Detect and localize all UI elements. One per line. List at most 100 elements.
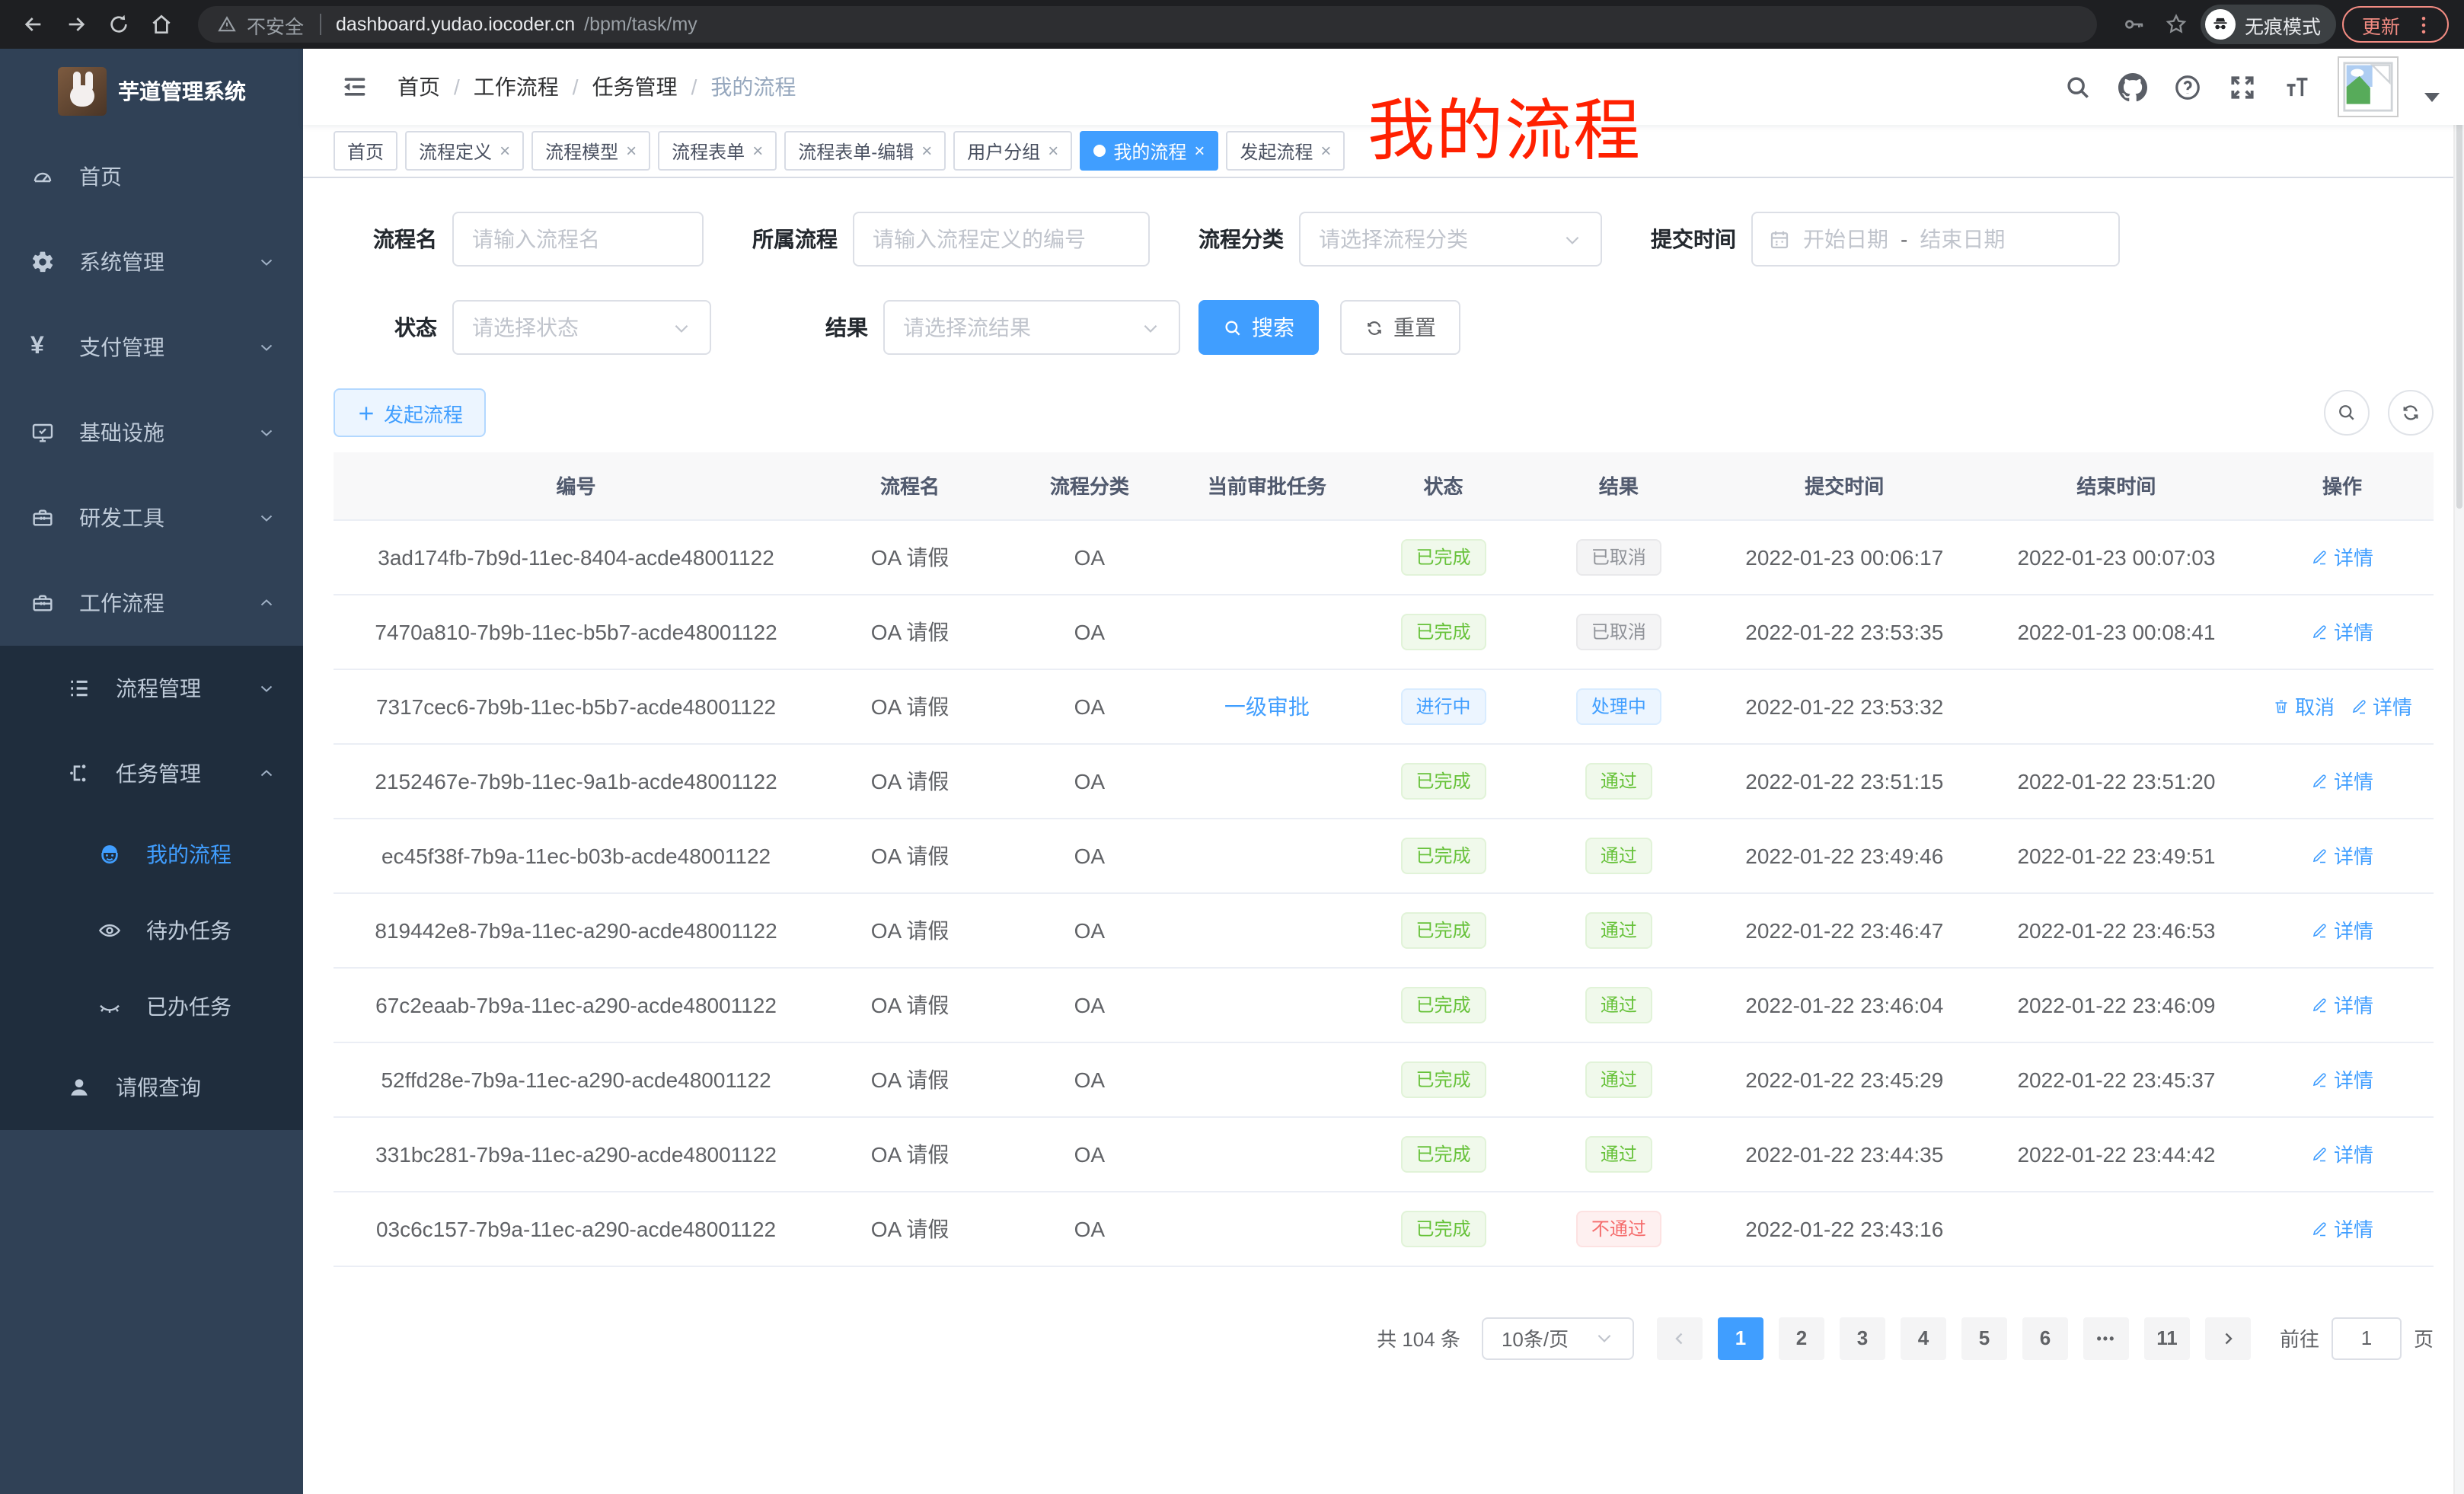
sidebar-item-dev-tools[interactable]: 研发工具 xyxy=(0,475,303,560)
cell-end-time: 2022-01-23 00:07:03 xyxy=(1982,519,2251,594)
cell-submit-time: 2022-01-22 23:46:47 xyxy=(1707,892,1982,967)
tab-process-form[interactable]: 流程表单× xyxy=(658,131,777,171)
url-bar[interactable]: 不安全 dashboard.yudao.iocoder.cn/bpm/task/… xyxy=(198,6,2097,43)
sidebar-item-process-mgmt[interactable]: 流程管理 xyxy=(0,646,303,731)
cell-task xyxy=(1178,1042,1356,1116)
close-icon[interactable]: × xyxy=(1320,142,1331,160)
close-icon[interactable]: × xyxy=(1048,142,1058,160)
bookmark-star-icon[interactable] xyxy=(2158,6,2194,43)
page-button-5[interactable]: 5 xyxy=(1961,1317,2007,1359)
detail-link[interactable]: 详情 xyxy=(2311,990,2373,1019)
breadcrumb-task-mgmt[interactable]: 任务管理 xyxy=(592,72,678,102)
detail-link[interactable]: 详情 xyxy=(2311,1065,2373,1093)
detail-link[interactable]: 详情 xyxy=(2350,691,2412,720)
key-icon[interactable] xyxy=(2115,6,2152,43)
cancel-link[interactable]: 取消 xyxy=(2272,691,2335,720)
process-definition-input[interactable] xyxy=(853,212,1150,267)
status-select[interactable]: 请选择状态 xyxy=(452,300,711,355)
cell-category: OA xyxy=(1001,669,1178,743)
sidebar-item-payment[interactable]: ¥支付管理 xyxy=(0,305,303,390)
sidebar-item-system[interactable]: 系统管理 xyxy=(0,219,303,305)
sidebar-item-home[interactable]: 首页 xyxy=(0,134,303,219)
toggle-search-icon[interactable] xyxy=(2324,390,2370,436)
sidebar-item-task-mgmt[interactable]: 任务管理 xyxy=(0,731,303,816)
detail-link[interactable]: 详情 xyxy=(2311,1139,2373,1168)
result-badge: 已取消 xyxy=(1576,538,1661,575)
detail-link[interactable]: 详情 xyxy=(2311,915,2373,944)
sidebar-item-done-task[interactable]: 已办任务 xyxy=(0,969,303,1045)
date-range-picker[interactable]: 开始日期 - 结束日期 xyxy=(1751,212,2120,267)
forward-icon[interactable] xyxy=(58,6,94,43)
refresh-table-icon[interactable] xyxy=(2388,390,2434,436)
breadcrumb-home[interactable]: 首页 xyxy=(397,72,440,102)
more-pages-button[interactable]: ••• xyxy=(2083,1317,2129,1359)
detail-link[interactable]: 详情 xyxy=(2311,1214,2373,1243)
browser-menu-dots-icon[interactable] xyxy=(2412,13,2435,36)
page-button-4[interactable]: 4 xyxy=(1901,1317,1946,1359)
incognito-icon xyxy=(2205,9,2236,40)
app-logo[interactable]: 芋道管理系统 xyxy=(0,49,303,134)
font-size-icon[interactable] xyxy=(2283,72,2312,101)
table-row: 331bc281-7b9a-11ec-a290-acde48001122OA 请… xyxy=(334,1116,2434,1191)
update-button[interactable]: 更新 xyxy=(2342,6,2449,43)
search-icon[interactable] xyxy=(2063,72,2092,101)
close-icon[interactable]: × xyxy=(1194,142,1205,160)
sidebar-item-infrastructure[interactable]: 基础设施 xyxy=(0,390,303,475)
reload-icon[interactable] xyxy=(101,6,137,43)
close-icon[interactable]: × xyxy=(500,142,510,160)
back-icon[interactable] xyxy=(15,6,52,43)
cell-category: OA xyxy=(1001,1042,1178,1116)
page-size-select[interactable]: 10条/页 xyxy=(1482,1317,1634,1359)
approve-task-link[interactable]: 一级审批 xyxy=(1224,694,1310,718)
tab-start-process[interactable]: 发起流程× xyxy=(1226,131,1345,171)
help-icon[interactable] xyxy=(2173,72,2202,101)
page-button-3[interactable]: 3 xyxy=(1840,1317,1885,1359)
prev-page-button[interactable] xyxy=(1657,1317,1703,1359)
window-scrollbar[interactable] xyxy=(2453,49,2464,1494)
detail-link[interactable]: 详情 xyxy=(2311,841,2373,870)
sidebar-item-workflow[interactable]: 工作流程 xyxy=(0,560,303,646)
detail-link[interactable]: 详情 xyxy=(2311,617,2373,646)
tab-process-model[interactable]: 流程模型× xyxy=(531,131,650,171)
close-icon[interactable]: × xyxy=(626,142,637,160)
cell-name: OA 请假 xyxy=(819,1042,1001,1116)
detail-link[interactable]: 详情 xyxy=(2311,766,2373,795)
cell-actions: 详情 xyxy=(2251,1116,2434,1191)
sidebar-item-leave-query[interactable]: 请假查询 xyxy=(0,1045,303,1130)
goto-page-input[interactable] xyxy=(2332,1317,2402,1359)
tab-my-process[interactable]: 我的流程× xyxy=(1080,131,1218,171)
tab-process-definition[interactable]: 流程定义× xyxy=(405,131,524,171)
breadcrumb-workflow[interactable]: 工作流程 xyxy=(474,72,559,102)
close-icon[interactable]: × xyxy=(921,142,932,160)
page-button-2[interactable]: 2 xyxy=(1779,1317,1824,1359)
close-icon[interactable]: × xyxy=(752,142,763,160)
sidebar-item-my-process[interactable]: 我的流程 xyxy=(0,816,303,892)
page-button-1[interactable]: 1 xyxy=(1718,1317,1763,1359)
page-button-6[interactable]: 6 xyxy=(2022,1317,2068,1359)
cell-actions: 详情 xyxy=(2251,743,2434,818)
avatar[interactable] xyxy=(2338,56,2399,117)
result-select[interactable]: 请选择流结果 xyxy=(883,300,1180,355)
sidebar-collapse-icon[interactable] xyxy=(327,72,382,102)
fullscreen-icon[interactable] xyxy=(2228,72,2257,101)
goto-suffix: 页 xyxy=(2414,1323,2434,1352)
tab-process-form-edit[interactable]: 流程表单-编辑× xyxy=(784,131,946,171)
column-header: 状态 xyxy=(1356,452,1530,519)
create-process-button[interactable]: 发起流程 xyxy=(334,388,486,437)
tab-user-group[interactable]: 用户分组× xyxy=(953,131,1072,171)
reset-button[interactable]: 重置 xyxy=(1340,300,1460,355)
cell-category: OA xyxy=(1001,519,1178,594)
detail-link[interactable]: 详情 xyxy=(2311,542,2373,571)
category-select[interactable]: 请选择流程分类 xyxy=(1299,212,1602,267)
search-button[interactable]: 搜索 xyxy=(1198,300,1319,355)
sidebar-item-todo-task[interactable]: 待办任务 xyxy=(0,892,303,969)
next-page-button[interactable] xyxy=(2205,1317,2251,1359)
home-icon[interactable] xyxy=(143,6,180,43)
avatar-caret-icon[interactable] xyxy=(2424,93,2440,102)
page-button-11[interactable]: 11 xyxy=(2144,1317,2190,1359)
process-name-input[interactable] xyxy=(452,212,704,267)
column-header: 当前审批任务 xyxy=(1178,452,1356,519)
github-icon[interactable] xyxy=(2118,72,2147,101)
tab-home[interactable]: 首页 xyxy=(334,131,397,171)
cell-category: OA xyxy=(1001,1116,1178,1191)
